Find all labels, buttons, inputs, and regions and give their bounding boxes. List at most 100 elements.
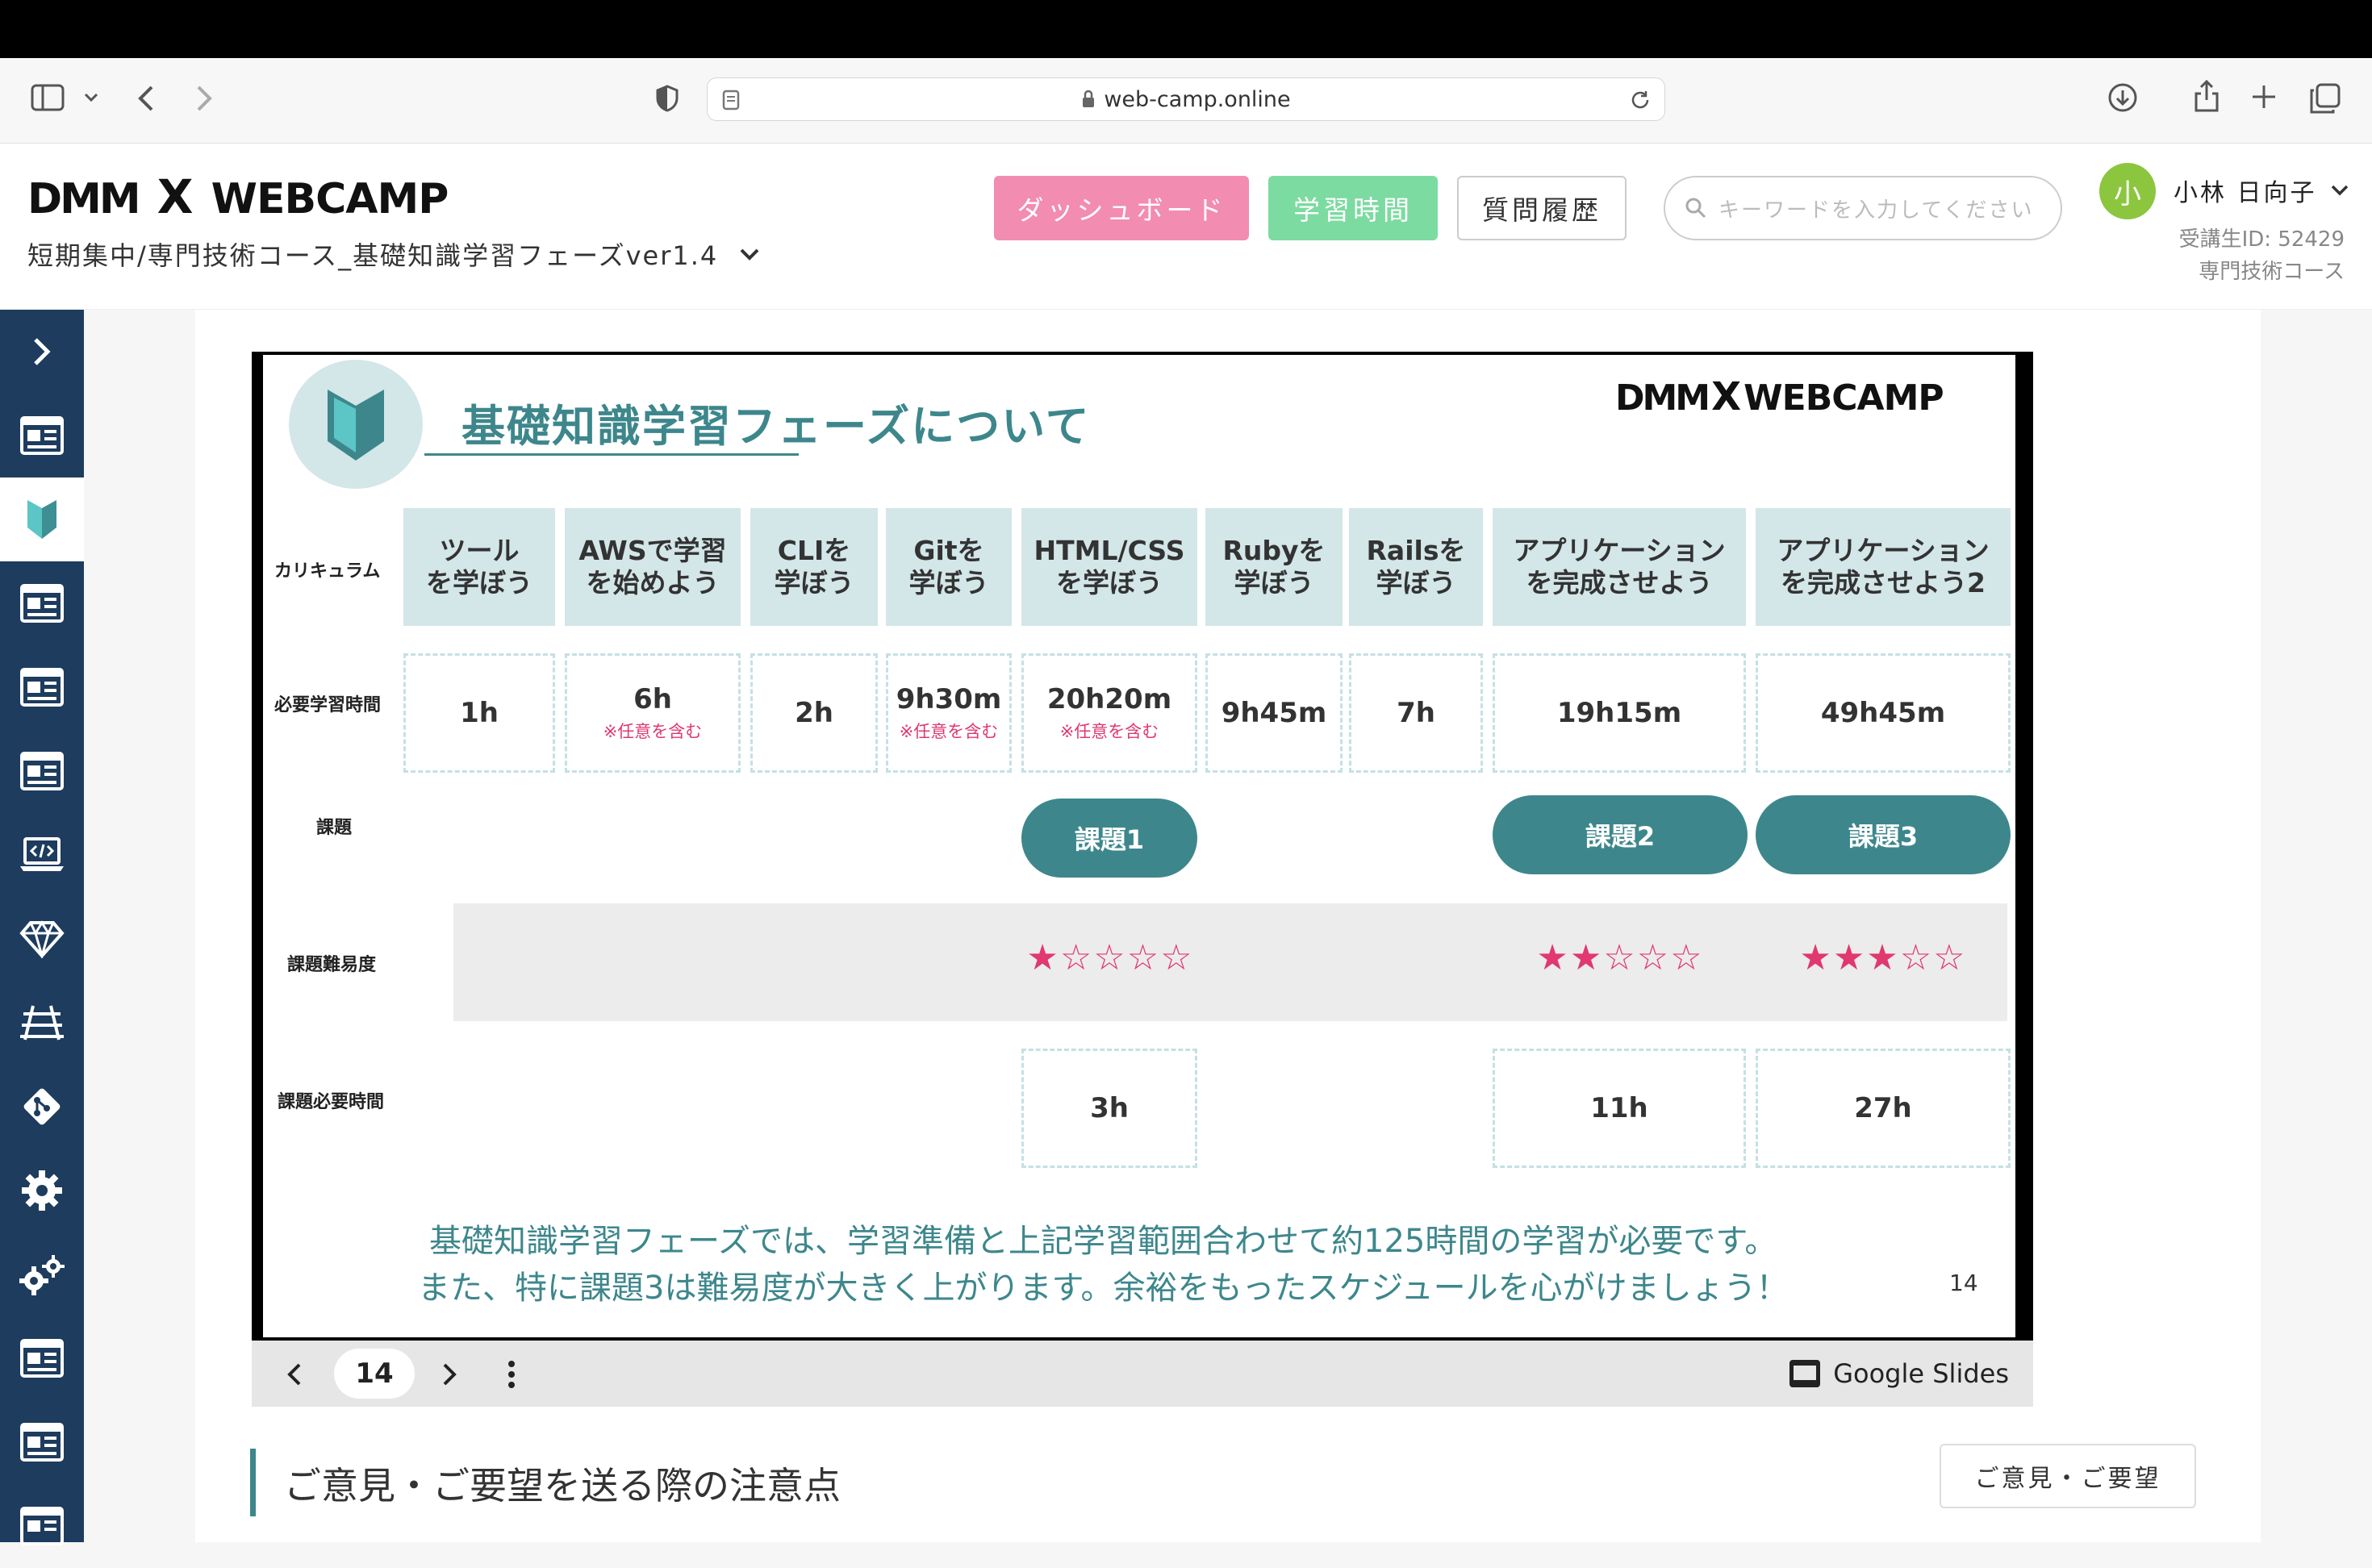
avatar[interactable]: 小 — [2099, 163, 2156, 219]
sidebar-item-code[interactable] — [0, 813, 84, 897]
sidebar-item-news-5[interactable] — [0, 1316, 84, 1400]
curriculum-cell: アプリケーション を完成させよう — [1493, 508, 1746, 626]
app-header: DMM X WEBCAMP 短期集中/専門技術コース_基礎知識学習フェーズver… — [0, 144, 2372, 310]
time-cell: 19h15m — [1493, 653, 1746, 773]
newspaper-icon — [20, 1339, 64, 1378]
gear-icon — [22, 1170, 62, 1211]
sidebar — [0, 310, 84, 1545]
slide-logo: DMMXWEBCAMP — [1615, 374, 1944, 419]
curriculum-cell: AWSで学習 を始めよう — [565, 508, 741, 626]
sidebar-item-news-1[interactable] — [0, 394, 84, 477]
row-label-assignment-time: 課題必要時間 — [278, 1092, 385, 1112]
slide-badge — [289, 360, 423, 489]
slide-page-indicator[interactable]: 14 — [334, 1349, 415, 1399]
sidebar-item-beginner[interactable] — [0, 477, 84, 561]
newspaper-icon — [20, 752, 64, 790]
study-time-button[interactable]: 学習時間 — [1268, 176, 1438, 240]
laptop-code-icon — [20, 837, 64, 871]
feedback-heading: ご意見・ご要望を送る際の注意点 — [284, 1464, 841, 1508]
assignment-2-pill: 課題2 — [1493, 795, 1748, 874]
lock-icon — [1083, 90, 1095, 107]
chevron-down-icon[interactable] — [84, 92, 98, 103]
time-cell: 9h30m ※任意を含む — [886, 653, 1012, 773]
curriculum-cell: Railsを 学ぼう — [1349, 508, 1483, 626]
sidebar-item-news-3[interactable] — [0, 645, 84, 729]
assignment-time-cell: 3h — [1021, 1049, 1197, 1168]
chevron-right-icon — [34, 338, 51, 365]
prev-slide-icon[interactable] — [286, 1362, 303, 1387]
forward-icon[interactable] — [194, 84, 215, 113]
next-slide-icon[interactable] — [441, 1362, 458, 1387]
download-icon[interactable] — [2107, 82, 2138, 113]
newspaper-icon — [20, 1507, 64, 1545]
chevron-down-icon — [740, 248, 759, 261]
row-label-required-time: 必要学習時間 — [274, 695, 382, 715]
google-slides-label: Google Slides — [1833, 1358, 2009, 1389]
shield-icon[interactable] — [655, 84, 679, 113]
sidebar-item-advanced[interactable] — [0, 1232, 84, 1316]
user-name: 小林 日向子 — [2174, 179, 2317, 207]
gem-icon — [19, 920, 65, 958]
sidebar-item-news-4[interactable] — [0, 729, 84, 813]
optional-note: ※任意を含む — [603, 722, 703, 741]
share-icon[interactable] — [2193, 79, 2220, 113]
time-cell: 20h20m ※任意を含む — [1021, 653, 1197, 773]
window-top-bar — [0, 0, 2372, 58]
question-history-button[interactable]: 質問履歴 — [1457, 176, 1627, 240]
user-menu[interactable]: 小林 日向子 — [2174, 173, 2349, 208]
course-selector[interactable]: 短期集中/専門技術コース_基礎知識学習フェーズver1.4 — [27, 236, 760, 273]
newspaper-icon — [20, 584, 64, 623]
slide-title: 基礎知識学習フェーズについて — [461, 401, 1091, 452]
difficulty-stars: ★★☆☆☆ — [1536, 937, 1704, 978]
gears-icon — [19, 1255, 65, 1295]
sidebar-item-rails[interactable] — [0, 981, 84, 1065]
google-slides-link[interactable]: Google Slides — [1788, 1358, 2009, 1389]
sidebar-item-news-7[interactable] — [0, 1484, 84, 1568]
time-cell: 7h — [1349, 653, 1483, 773]
sidebar-toggle-icon[interactable] — [31, 84, 65, 111]
sidebar-item-news-6[interactable] — [0, 1400, 84, 1484]
tab-overview-icon[interactable] — [2309, 82, 2341, 115]
slide-footer-line-1: 基礎知識学習フェーズでは、学習準備と上記学習範囲合わせて約125時間の学習が必要… — [429, 1223, 1777, 1260]
newspaper-icon — [20, 668, 64, 707]
google-slides-icon — [1789, 1360, 1821, 1387]
curriculum-cell: CLIを 学ぼう — [750, 508, 878, 626]
newspaper-icon — [20, 416, 64, 455]
difficulty-stars: ★★★☆☆ — [1799, 937, 1967, 978]
sidebar-expand[interactable] — [0, 310, 84, 394]
optional-note: ※任意を含む — [1059, 722, 1159, 741]
newspaper-icon — [20, 1423, 64, 1462]
sidebar-item-news-2[interactable] — [0, 561, 84, 645]
curriculum-cell: ツール を学ぼう — [403, 508, 555, 626]
student-id: 受講生ID: 52429 — [2178, 227, 2345, 252]
slide-footer-line-2: また、特に課題3は難易度が大きく上がります。余裕をもったスケジュールを心がけまし… — [418, 1270, 1789, 1307]
reload-icon[interactable] — [1629, 89, 1652, 111]
row-label-curriculum: カリキュラム — [274, 561, 381, 582]
more-options-icon[interactable] — [507, 1360, 516, 1389]
sidebar-item-git[interactable] — [0, 1065, 84, 1149]
dashboard-button[interactable]: ダッシュボード — [994, 176, 1249, 240]
sidebar-item-ruby[interactable] — [0, 897, 84, 981]
dmm-webcamp-logo[interactable]: DMM X WEBCAMP — [27, 169, 449, 224]
time-cell: 2h — [750, 653, 878, 773]
time-cell: 6h ※任意を含む — [565, 653, 741, 773]
back-icon[interactable] — [136, 84, 157, 113]
search-icon — [1685, 198, 1706, 219]
course-selector-label: 短期集中/専門技術コース_基礎知識学習フェーズver1.4 — [27, 240, 719, 271]
row-label-assignment: 課題 — [316, 818, 353, 838]
assignment-1-pill: 課題1 — [1021, 799, 1197, 878]
time-cell: 49h45m — [1756, 653, 2011, 773]
address-bar[interactable]: web-camp.online — [707, 77, 1665, 121]
rails-icon — [20, 1005, 64, 1040]
slide[interactable]: 基礎知識学習フェーズについて DMMXWEBCAMP カリキュラム 必要学習時間… — [263, 355, 2015, 1337]
feedback-button[interactable]: ご意見・ご要望 — [1940, 1444, 2196, 1508]
assignment-time-cell: 11h — [1493, 1049, 1746, 1168]
search-input[interactable]: キーワードを入力してください — [1664, 176, 2062, 240]
new-tab-icon[interactable] — [2249, 82, 2278, 111]
assignment-3-pill: 課題3 — [1756, 795, 2011, 874]
sidebar-item-settings[interactable] — [0, 1149, 84, 1232]
curriculum-cell: アプリケーション を完成させよう2 — [1756, 508, 2011, 626]
section-accent-bar — [250, 1449, 256, 1516]
row-label-difficulty: 課題難易度 — [287, 955, 377, 975]
url-text: web-camp.online — [1104, 86, 1291, 112]
